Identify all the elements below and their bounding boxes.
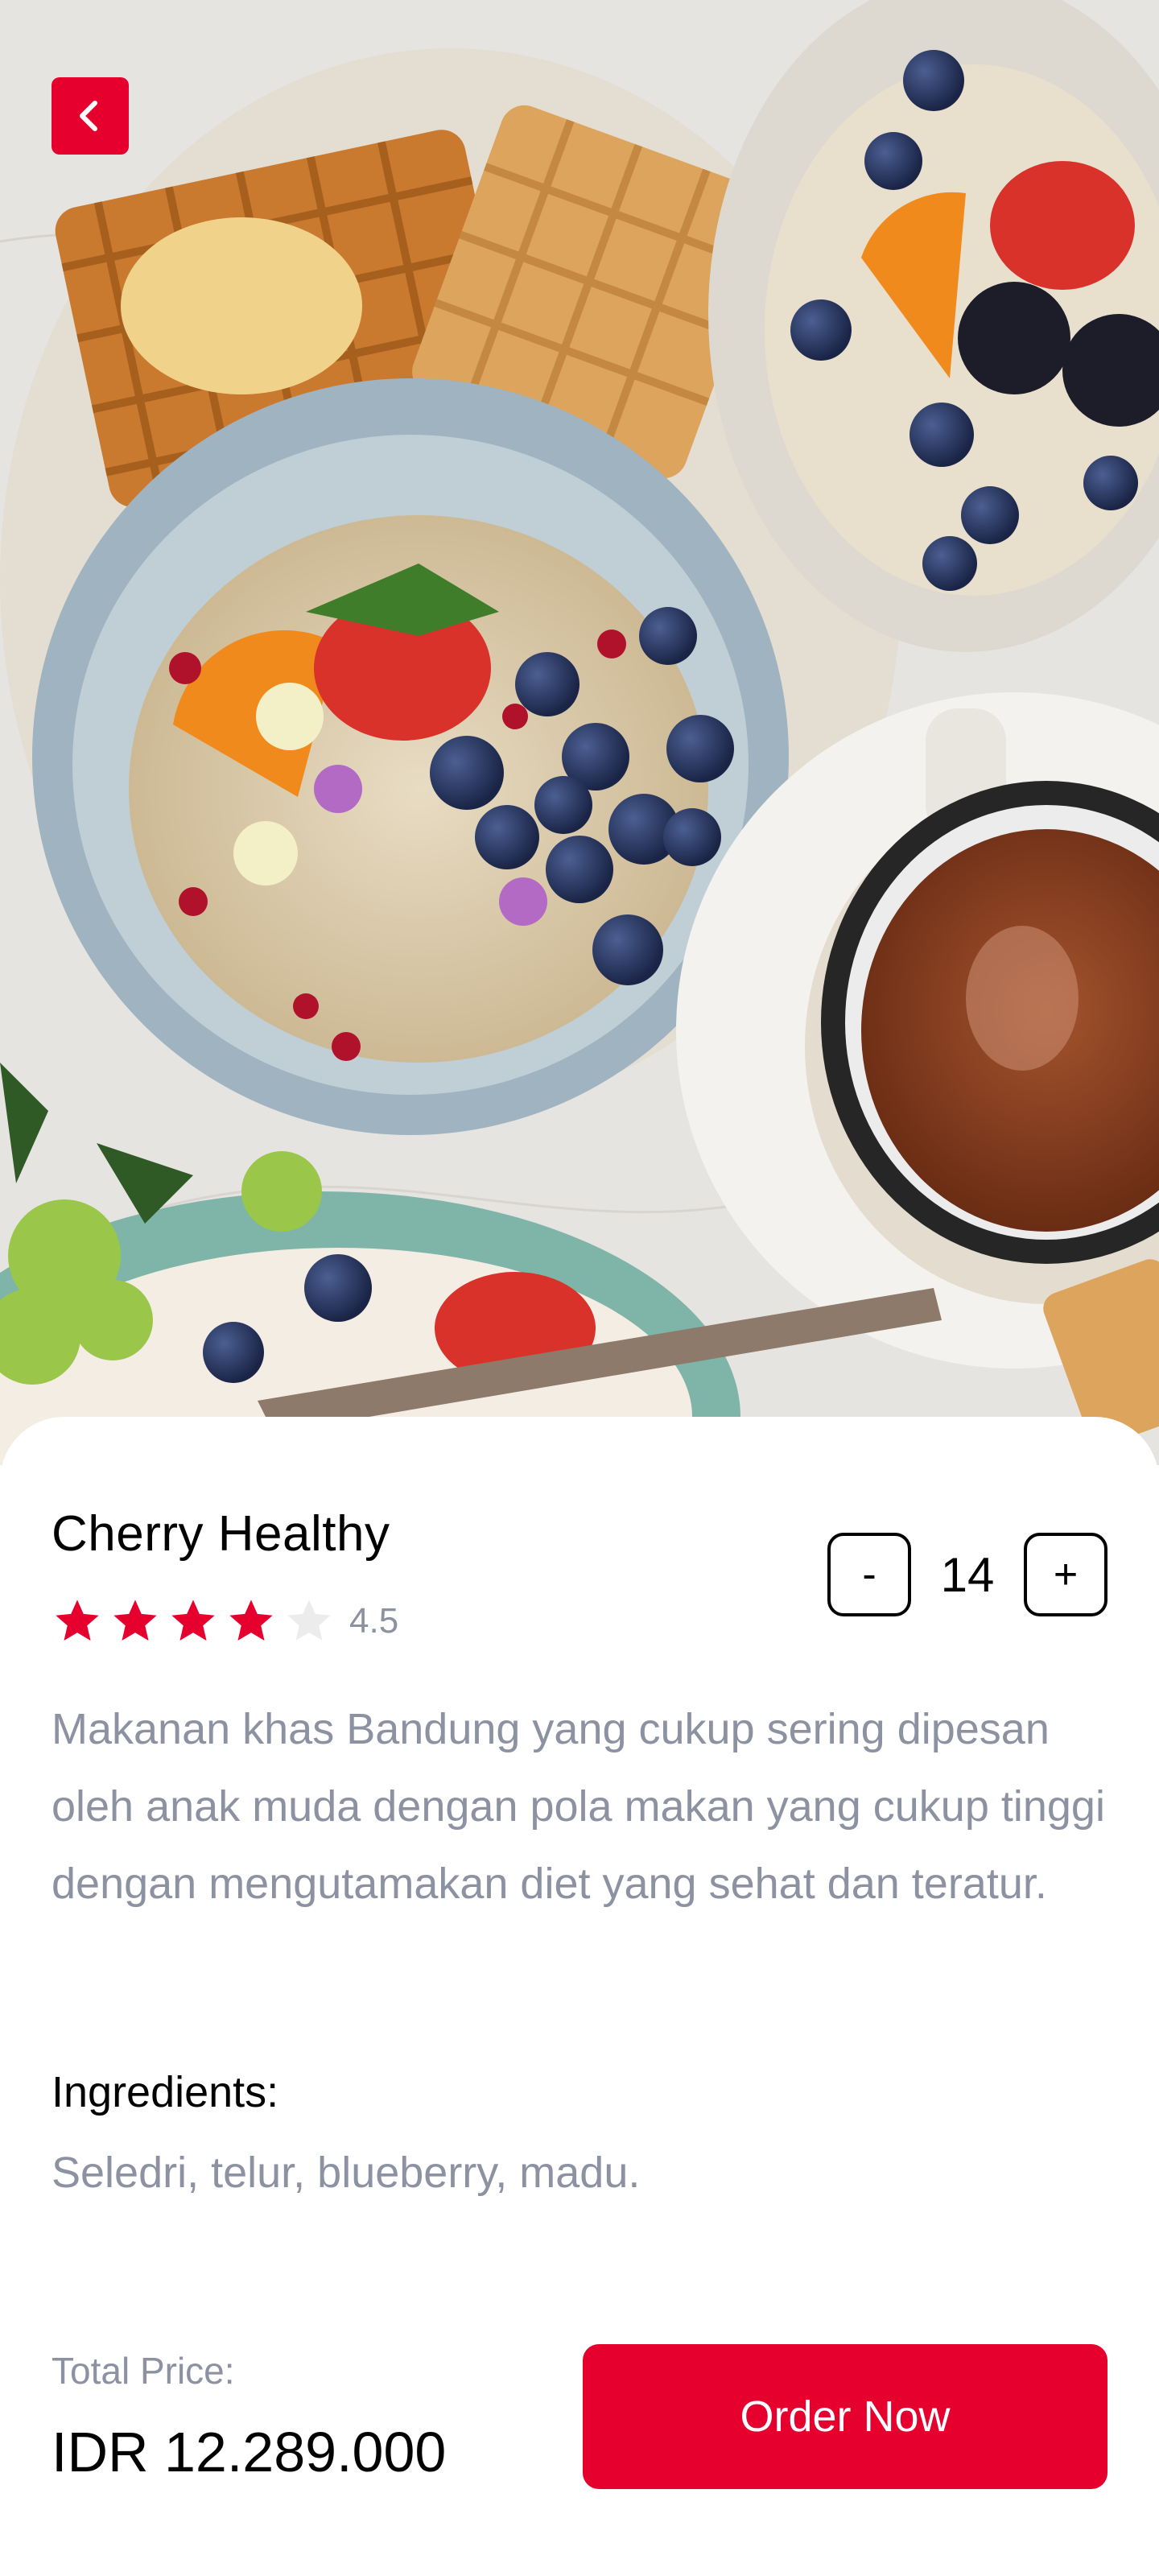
total-price-label: Total Price: bbox=[52, 2350, 235, 2392]
rating-stars bbox=[52, 1596, 341, 1647]
ingredients-title: Ingredients: bbox=[52, 2068, 279, 2116]
star-filled-icon bbox=[56, 1600, 99, 1641]
increase-quantity-button[interactable]: + bbox=[1024, 1533, 1107, 1616]
rating: 4.5 bbox=[52, 1596, 398, 1647]
food-description: Makanan khas Bandung yang cukup sering d… bbox=[52, 1705, 1105, 1908]
ingredients-list: Seledri, telur, blueberry, madu. bbox=[52, 2149, 641, 2197]
decrease-quantity-button[interactable]: - bbox=[827, 1533, 911, 1616]
star-filled-icon bbox=[229, 1600, 273, 1641]
food-name: Cherry Healthy bbox=[52, 1506, 390, 1562]
rating-value: 4.5 bbox=[349, 1601, 399, 1641]
total-price-value: IDR 12.289.000 bbox=[52, 2421, 447, 2483]
food-detail-sheet: Cherry Healthy 4.5 - 14 + Makanan khas B… bbox=[0, 1417, 1159, 2576]
chevron-left-icon bbox=[80, 101, 97, 131]
star-filled-icon bbox=[113, 1600, 157, 1641]
star-empty-icon bbox=[287, 1600, 331, 1641]
food-hero-image bbox=[0, 0, 1159, 1465]
quantity-stepper: - 14 + bbox=[827, 1533, 1107, 1616]
breakfast-bowls-illustration bbox=[0, 0, 1159, 1465]
order-now-button[interactable]: Order Now bbox=[583, 2344, 1107, 2489]
quantity-value: 14 bbox=[940, 1547, 995, 1602]
star-filled-icon bbox=[171, 1600, 215, 1641]
back-button[interactable] bbox=[52, 77, 129, 155]
